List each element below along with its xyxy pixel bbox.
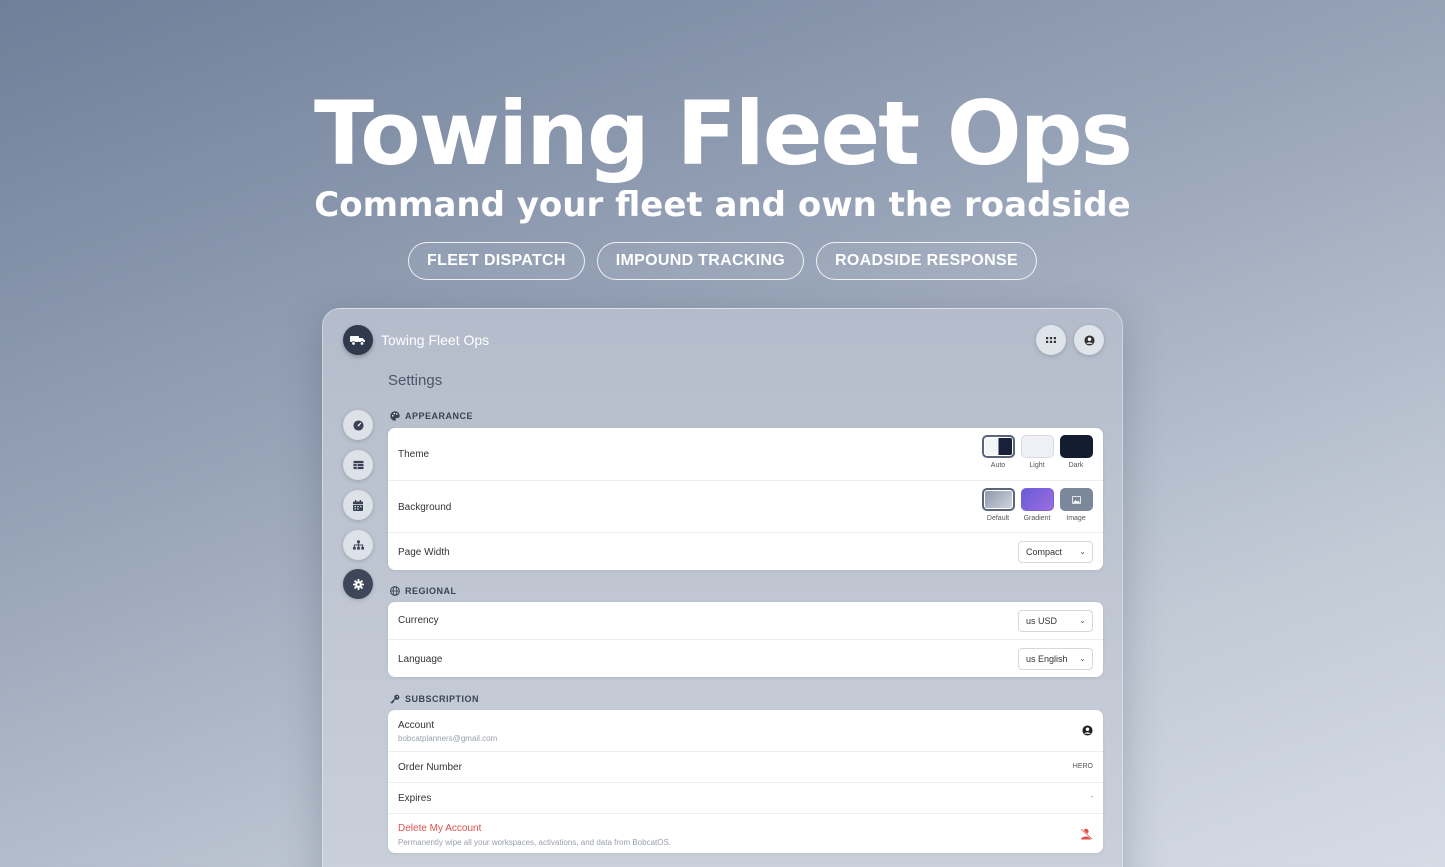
app-title: Towing Fleet Ops — [381, 332, 490, 348]
regional-card: Currency us USD ⌄ Language us English ⌄ — [388, 602, 1103, 677]
key-icon — [390, 694, 400, 704]
theme-dark-caption: Dark — [1068, 462, 1084, 469]
currency-value: us USD — [1026, 616, 1058, 626]
background-option-gradient[interactable]: Gradient — [1019, 488, 1055, 522]
delete-account-description: Permanently wipe all your workspaces, ac… — [398, 838, 672, 847]
background-gradient-caption: Gradient — [1023, 515, 1051, 522]
page-title: Settings — [388, 372, 443, 389]
theme-light-swatch[interactable] — [1020, 435, 1054, 458]
order-row: Order Number HERO — [388, 751, 1103, 782]
language-label: Language — [398, 654, 443, 665]
currency-select[interactable]: us USD ⌄ — [1018, 610, 1093, 632]
delete-account-label[interactable]: Delete My Account — [398, 823, 481, 834]
section-subscription: SUBSCRIPTION — [390, 694, 479, 704]
section-regional-label: REGIONAL — [405, 586, 457, 596]
user-circle-icon[interactable] — [1082, 725, 1093, 736]
image-icon — [1071, 495, 1081, 504]
appearance-card: Theme Auto Light Dark Background Default — [388, 428, 1103, 570]
nav-dashboard[interactable] — [343, 410, 373, 440]
order-value: HERO — [1072, 763, 1093, 770]
pill-fleet-dispatch: FLEET DISPATCH — [408, 242, 585, 280]
account-row[interactable]: Account bobcatplanners@gmail.com — [388, 710, 1103, 751]
expires-label: Expires — [398, 793, 432, 804]
section-appearance: APPEARANCE — [390, 411, 473, 421]
tow-truck-icon — [350, 336, 365, 346]
expires-row: Expires - — [388, 782, 1103, 813]
background-image-caption: Image — [1066, 515, 1086, 522]
feature-pills: FLEET DISPATCH IMPOUND TRACKING ROADSIDE… — [0, 242, 1445, 280]
theme-label: Theme — [398, 449, 430, 460]
order-label: Order Number — [398, 762, 462, 773]
section-regional: REGIONAL — [390, 586, 457, 596]
gear-icon — [352, 578, 364, 590]
apps-button[interactable] — [1036, 325, 1066, 355]
background-image-swatch[interactable] — [1059, 488, 1093, 511]
delete-account-row[interactable]: Delete My Account Permanently wipe all y… — [388, 813, 1103, 853]
subscription-card: Account bobcatplanners@gmail.com Order N… — [388, 710, 1103, 853]
language-value: us English — [1026, 654, 1068, 664]
calendar-icon — [353, 499, 363, 511]
palette-icon — [390, 411, 400, 421]
page-width-label: Page Width — [398, 547, 450, 558]
background-label: Background — [398, 502, 452, 513]
background-gradient-swatch[interactable] — [1020, 488, 1054, 511]
theme-auto-swatch[interactable] — [981, 435, 1015, 458]
app-logo[interactable] — [343, 325, 373, 355]
org-chart-icon — [352, 540, 364, 550]
nav-calendar[interactable] — [343, 490, 373, 520]
theme-row: Theme Auto Light Dark — [388, 428, 1103, 480]
currency-label: Currency — [398, 615, 439, 626]
language-row: Language us English ⌄ — [388, 639, 1103, 677]
theme-auto-caption: Auto — [990, 462, 1006, 469]
page-width-value: Compact — [1026, 547, 1063, 557]
expires-value: - — [1090, 794, 1093, 801]
nav-table[interactable] — [343, 450, 373, 480]
theme-option-light[interactable]: Light — [1019, 435, 1055, 469]
nav-org-chart[interactable] — [343, 530, 373, 560]
user-circle-icon — [1083, 334, 1095, 346]
hero-subtitle: Command your fleet and own the roadside — [314, 185, 1131, 225]
background-row: Background Default Gradient Image — [388, 480, 1103, 532]
page-width-row: Page Width Compact ⌄ — [388, 532, 1103, 570]
theme-option-auto[interactable]: Auto — [980, 435, 1016, 469]
user-remove-icon[interactable] — [1080, 828, 1093, 840]
theme-option-dark[interactable]: Dark — [1058, 435, 1094, 469]
background-option-default[interactable]: Default — [980, 488, 1016, 522]
background-default-caption: Default — [986, 515, 1010, 522]
background-default-swatch[interactable] — [981, 488, 1015, 511]
section-subscription-label: SUBSCRIPTION — [405, 694, 480, 704]
background-option-image[interactable]: Image — [1058, 488, 1094, 522]
account-label: Account — [398, 720, 435, 731]
section-appearance-label: APPEARANCE — [405, 411, 474, 421]
currency-row: Currency us USD ⌄ — [388, 602, 1103, 639]
chevron-down-icon: ⌄ — [1079, 616, 1086, 625]
profile-button[interactable] — [1074, 325, 1104, 355]
apps-grid-icon — [1046, 337, 1056, 343]
theme-light-caption: Light — [1029, 462, 1045, 469]
hero-title: Towing Fleet Ops — [313, 82, 1133, 185]
app-window: Towing Fleet Ops Settings APPEARANCE The… — [322, 308, 1123, 867]
pill-impound-tracking: IMPOUND TRACKING — [596, 242, 805, 280]
globe-icon — [390, 586, 400, 596]
theme-dark-swatch[interactable] — [1059, 435, 1093, 458]
page-width-select[interactable]: Compact ⌄ — [1018, 541, 1093, 563]
chevron-down-icon: ⌄ — [1079, 654, 1086, 663]
nav-settings[interactable] — [343, 569, 373, 599]
pill-roadside-response: ROADSIDE RESPONSE — [816, 242, 1037, 280]
language-select[interactable]: us English ⌄ — [1018, 648, 1093, 670]
table-icon — [352, 460, 364, 470]
chevron-down-icon: ⌄ — [1079, 547, 1086, 556]
account-email: bobcatplanners@gmail.com — [398, 734, 498, 743]
dashboard-gauge-icon — [352, 419, 364, 431]
